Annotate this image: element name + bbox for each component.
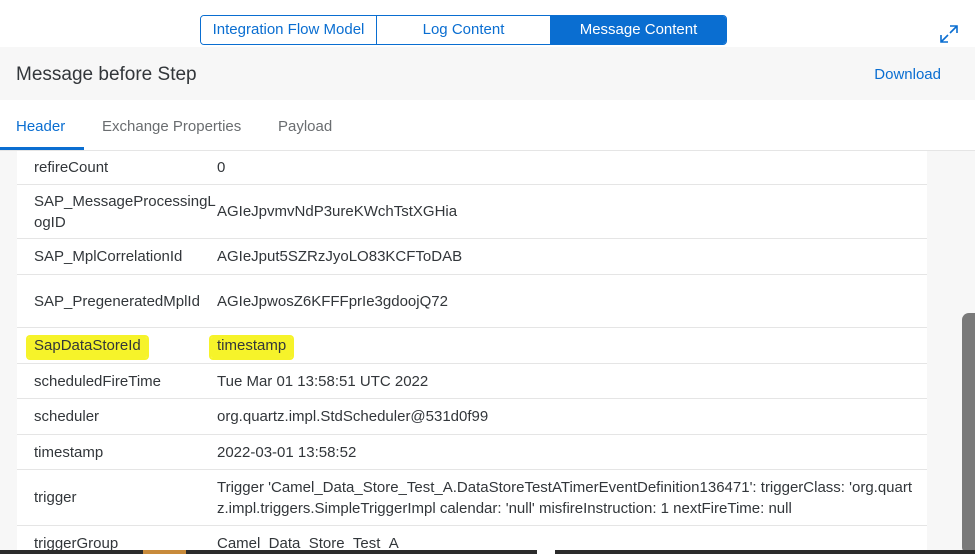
row-value: 2022-03-01 13:58:52 (217, 443, 357, 461)
view-segmented-control: Integration Flow Model Log Content Messa… (200, 15, 727, 45)
row-value: AGIeJpwosZ6KFFFprIe3gdoojQ72 (217, 292, 448, 310)
header-table: refireCount 0 SAP_MessageProcessingLogID… (17, 151, 927, 554)
toolbar: Integration Flow Model Log Content Messa… (0, 5, 975, 47)
header-table-container[interactable]: refireCount 0 SAP_MessageProcessingLogID… (0, 151, 975, 554)
row-value: Tue Mar 01 13:58:51 UTC 2022 (217, 372, 429, 390)
bottom-edge-segment (143, 550, 186, 554)
row-key: refireCount (34, 159, 109, 176)
table-row-highlighted: SapDataStoreId timestamp (17, 328, 927, 364)
segment-log-content[interactable]: Log Content (377, 16, 551, 44)
row-key: SAP_MessageProcessingLogID (34, 192, 216, 231)
segment-integration-flow-model[interactable]: Integration Flow Model (201, 16, 377, 44)
panel-header: Message before Step Download (0, 47, 975, 100)
page-title: Message before Step (16, 64, 197, 85)
row-key: timestamp (34, 443, 104, 461)
table-row: timestamp 2022-03-01 13:58:52 (17, 435, 927, 470)
table-row: SAP_PregeneratedMplId AGIeJpwosZ6KFFFprI… (17, 275, 927, 328)
table-row: SAP_MessageProcessingLogID AGIeJpvmvNdP3… (17, 185, 927, 239)
bottom-edge (0, 550, 975, 554)
row-key: SapDataStoreId (17, 335, 217, 358)
row-key: SAP_PregeneratedMplId (34, 292, 200, 310)
row-key: SAP_MplCorrelationId (34, 248, 183, 265)
highlight-mark: SapDataStoreId (28, 337, 147, 358)
scrollbar-thumb[interactable] (962, 313, 975, 554)
table-row: refireCount 0 (17, 151, 927, 185)
expand-icon[interactable] (939, 24, 959, 44)
bottom-edge-segment (537, 550, 555, 554)
segment-message-content[interactable]: Message Content (551, 16, 726, 44)
download-link[interactable]: Download (874, 66, 941, 83)
tab-bar: Header Exchange Properties Payload (0, 100, 975, 151)
row-key: trigger (34, 489, 77, 506)
row-value: timestamp (211, 335, 927, 358)
table-row: scheduledFireTime Tue Mar 01 13:58:51 UT… (17, 364, 927, 399)
tab-exchange-properties[interactable]: Exchange Properties (102, 118, 241, 135)
row-value: AGIeJpvmvNdP3ureKWchTstXGHia (217, 203, 458, 220)
row-value: org.quartz.impl.StdScheduler@531d0f99 (217, 408, 489, 425)
row-value: 0 (217, 159, 226, 176)
active-tab-indicator (0, 147, 84, 150)
row-key: scheduler (34, 408, 100, 425)
tab-payload[interactable]: Payload (278, 118, 332, 135)
table-row: trigger Trigger 'Camel_Data_Store_Test_A… (17, 470, 927, 526)
row-value: AGIeJput5SZRzJyoLO83KCFToDAB (217, 248, 463, 265)
table-row: SAP_MplCorrelationId AGIeJput5SZRzJyoLO8… (17, 239, 927, 275)
table-row: scheduler org.quartz.impl.StdScheduler@5… (17, 399, 927, 435)
row-key: scheduledFireTime (34, 372, 161, 390)
tab-header[interactable]: Header (16, 118, 65, 135)
row-value: Trigger 'Camel_Data_Store_Test_A.DataSto… (217, 478, 913, 517)
highlight-mark: timestamp (211, 337, 293, 358)
